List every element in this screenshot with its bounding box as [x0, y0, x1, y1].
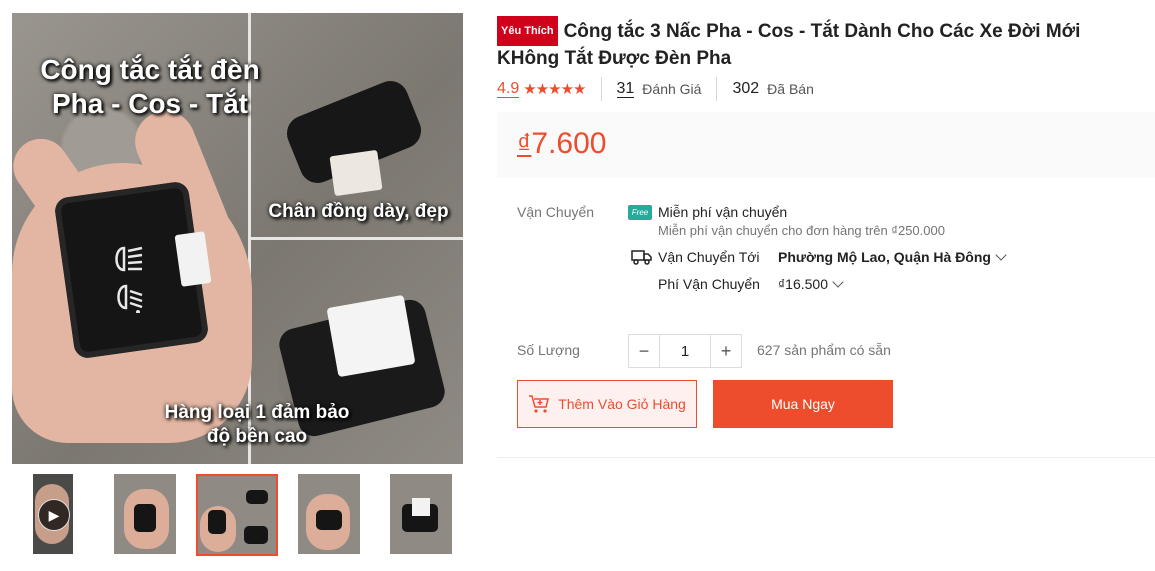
buy-now-button[interactable]: Mua Ngay	[713, 380, 893, 428]
increase-quantity-button[interactable]: +	[711, 335, 741, 367]
quantity-label: Số Lượng	[517, 342, 580, 358]
divider	[716, 77, 718, 101]
price-box: ₫7.600	[497, 112, 1155, 178]
thumbnail-image[interactable]	[114, 474, 176, 554]
thumbnail-video[interactable]: ▶	[33, 474, 73, 554]
main-product-image[interactable]: Công tắc tắt đèn Pha - Cos - Tắt Chân đồ…	[12, 13, 463, 464]
thumbnail-image[interactable]	[298, 474, 360, 554]
ship-to-label: Vận Chuyển Tới	[658, 249, 760, 265]
quantity-input[interactable]: 1	[659, 335, 711, 367]
product-title-block: Yêu Thích Công tắc 3 Nấc Pha - Cos - Tắt …	[497, 16, 1147, 72]
add-to-cart-button[interactable]: Thêm Vào Giỏ Hàng	[517, 380, 697, 428]
switch-plug-illustration	[329, 149, 383, 197]
divider	[497, 457, 1155, 458]
add-to-cart-label: Thêm Vào Giỏ Hàng	[558, 396, 686, 412]
play-icon: ▶	[38, 499, 70, 531]
sold-label: Đã Bán	[767, 81, 814, 97]
image-overlay-title: Công tắc tắt đèn Pha - Cos - Tắt	[30, 53, 270, 121]
thumbnail-switch	[208, 510, 226, 534]
rating-value[interactable]: 4.9	[497, 80, 520, 98]
thumbnail-image[interactable]	[390, 474, 452, 554]
cart-icon	[528, 394, 550, 414]
overlay-title-line: Công tắc tắt đèn	[40, 54, 260, 85]
price-value: 7.600	[531, 127, 607, 160]
headlight-icon	[110, 245, 146, 281]
review-count[interactable]: 31	[616, 80, 635, 98]
thumbnail-switch	[134, 504, 156, 532]
image-overlay-caption: Hàng loại 1 đảm bảo độ bền cao	[157, 401, 357, 449]
ship-to-value: Phường Mộ Lao, Quận Hà Đông	[778, 249, 991, 265]
favorite-badge: Yêu Thích	[497, 16, 558, 46]
thumbnail-switch	[244, 526, 268, 544]
review-label: Đánh Giá	[642, 81, 702, 97]
overlay-title-line: Pha - Cos - Tắt	[51, 88, 248, 119]
ship-to-selector[interactable]: Phường Mộ Lao, Quận Hà Đông	[778, 249, 1007, 265]
product-title-text: Công tắc 3 Nấc Pha - Cos - Tắt Dành Cho …	[497, 21, 1081, 69]
image-overlay-caption: Chân đồng dày, đẹp	[268, 201, 449, 222]
shipping-fee-label: Phí Vận Chuyển	[658, 276, 760, 292]
star-rating-icon: ★★★★★	[523, 81, 586, 98]
chevron-down-icon	[832, 276, 844, 288]
divider	[600, 77, 602, 101]
chevron-down-icon	[995, 249, 1007, 261]
sold-count: 302	[732, 80, 760, 97]
product-meta-row: 4.9 ★★★★★ 31 Đánh Giá 302 Đã Bán	[497, 76, 814, 102]
stock-availability: 627 sản phẩm có sẵn	[757, 342, 891, 358]
thumbnail-image-active[interactable]	[196, 474, 278, 556]
truck-icon	[631, 248, 653, 266]
thumbnail-switch	[246, 490, 268, 504]
product-price: ₫7.600	[517, 127, 606, 161]
thumbnail-plug	[412, 498, 430, 516]
collage-divider	[248, 237, 463, 240]
quantity-stepper: − 1 +	[628, 334, 742, 368]
thumbnail-strip: ▶	[12, 474, 463, 556]
price-currency: ₫	[517, 128, 532, 159]
switch-plug-illustration	[326, 294, 416, 378]
low-beam-icon	[112, 283, 148, 321]
overlay-caption-line: Hàng loại 1 đảm bảo	[164, 402, 350, 423]
shipping-label: Vận Chuyển	[517, 204, 595, 220]
product-title: Yêu Thích Công tắc 3 Nấc Pha - Cos - Tắt …	[497, 16, 1147, 72]
overlay-caption-line: độ bền cao	[206, 426, 308, 447]
free-shipping-description: Miễn phí vận chuyển cho đơn hàng trên ₫2…	[658, 223, 945, 238]
thumbnail-switch	[316, 510, 342, 530]
free-shipping-title: Miễn phí vận chuyển	[658, 204, 788, 220]
shipping-fee-value: ₫16.500	[778, 276, 829, 292]
decrease-quantity-button[interactable]: −	[629, 335, 659, 367]
free-shipping-icon: Free	[628, 205, 652, 220]
shipping-fee-selector[interactable]: ₫16.500	[778, 276, 844, 292]
